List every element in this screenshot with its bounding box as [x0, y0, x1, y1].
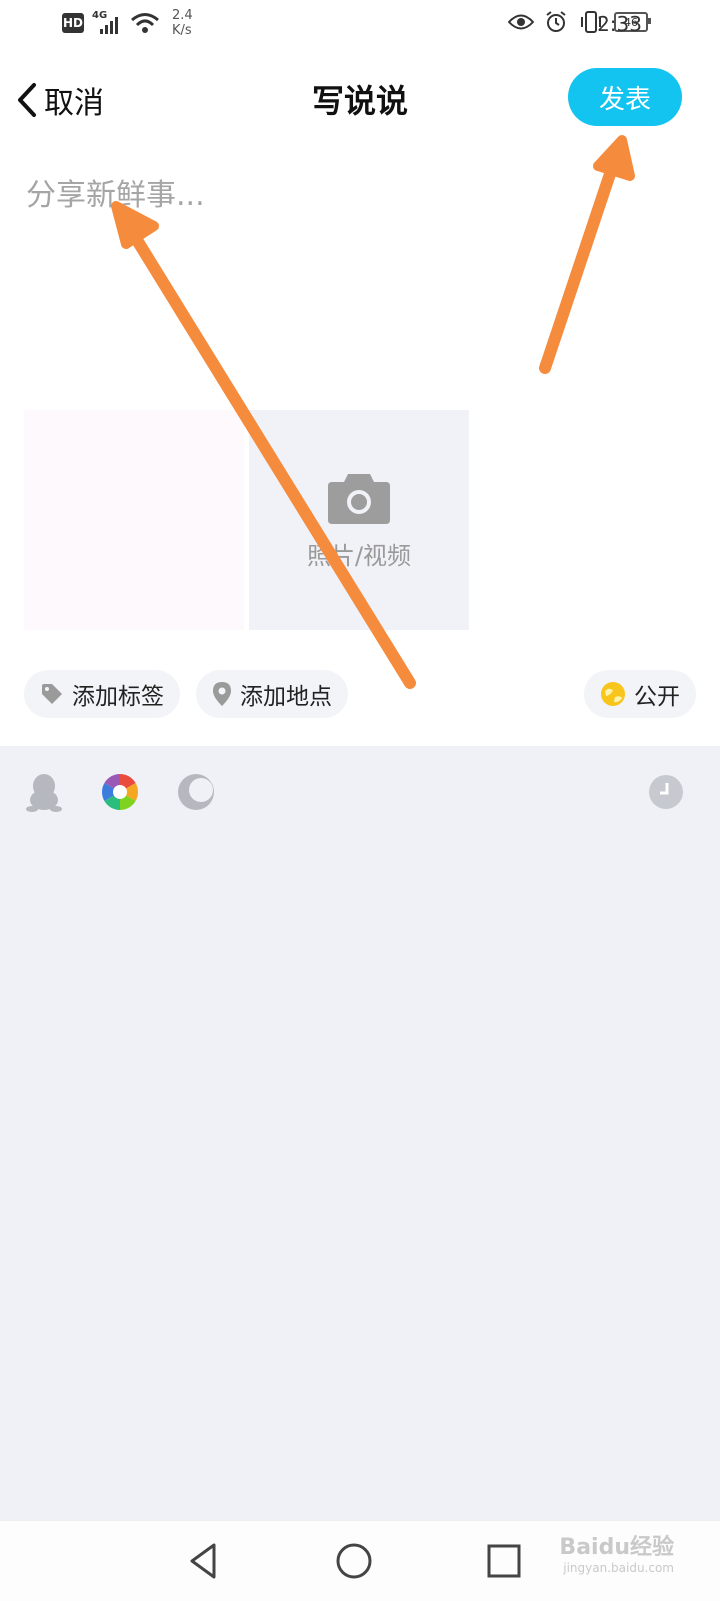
- network-speed: 2.4 K/s: [172, 8, 193, 38]
- cellular-signal-icon: 4G: [92, 10, 122, 36]
- media-label: 照片/视频: [306, 541, 412, 570]
- location-pin-icon: [213, 682, 231, 706]
- tag-icon: [42, 684, 62, 704]
- visibility-chip[interactable]: 公开: [584, 670, 696, 718]
- tool-panel: [0, 746, 720, 1520]
- back-triangle-icon[interactable]: [182, 1539, 226, 1583]
- add-photo-video-button[interactable]: 照片/视频: [249, 410, 469, 630]
- eye-icon: [508, 14, 534, 30]
- system-nav-bar: Baidu经验 jingyan.baidu.com: [0, 1520, 720, 1601]
- status-left: HD 4G 2.4 K/s: [62, 8, 193, 38]
- visibility-label: 公开: [634, 684, 680, 710]
- header: 取消 写说说 发表: [0, 60, 720, 140]
- media-thumbnail[interactable]: [24, 410, 244, 630]
- add-tag-chip[interactable]: 添加标签: [24, 670, 180, 718]
- qq-penguin-icon[interactable]: [24, 772, 64, 812]
- alarm-icon: [546, 11, 566, 32]
- add-tag-label: 添加标签: [72, 684, 164, 710]
- camera-icon: [328, 473, 390, 524]
- photo-shutter-icon[interactable]: [100, 772, 140, 812]
- status-time: 2:33: [597, 12, 642, 36]
- post-text-input[interactable]: [24, 168, 688, 362]
- wifi-icon: [131, 13, 159, 33]
- globe-icon: [601, 682, 625, 706]
- add-location-label: 添加地点: [240, 684, 332, 710]
- recents-square-icon[interactable]: [482, 1539, 526, 1583]
- add-location-chip[interactable]: 添加地点: [196, 670, 348, 718]
- publish-button[interactable]: 发表: [568, 68, 682, 126]
- watermark: Baidu经验 jingyan.baidu.com: [559, 1535, 674, 1575]
- clock-icon[interactable]: [646, 772, 686, 812]
- moon-icon[interactable]: [176, 772, 216, 812]
- hd-badge: HD: [62, 13, 84, 33]
- home-circle-icon[interactable]: [332, 1539, 376, 1583]
